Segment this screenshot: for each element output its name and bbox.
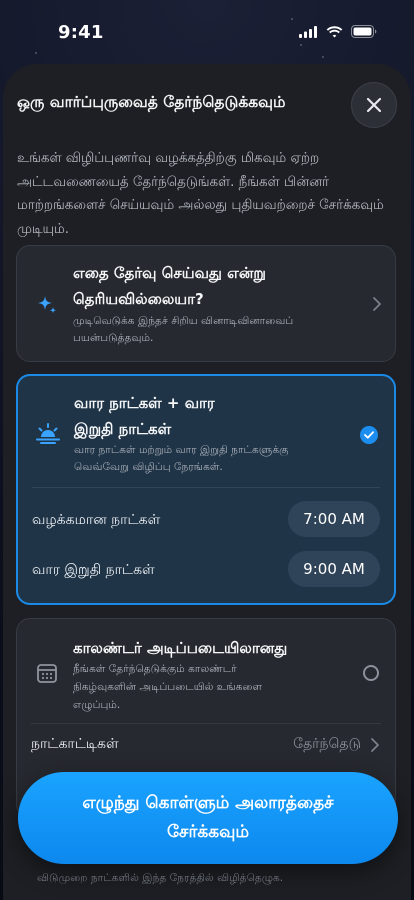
selected-checkmark-icon <box>360 426 378 444</box>
calendar-card-desc-line1: நீங்கள் தேர்ந்தெடுக்கும் காலண்டர் <box>73 663 237 675</box>
weekend-days-label: வார இறுதி நாட்கள் <box>32 562 155 578</box>
regular-days-label: வழக்கமான நாட்கள் <box>32 512 161 528</box>
chevron-right-icon <box>371 738 379 752</box>
weekday-weekend-title-line1: வார நாட்கள் + வார <box>74 394 215 412</box>
weekday-weekend-desc-line1: வார நாட்கள் மற்றும் வார இறுதி நாட்களுக்க… <box>74 444 289 456</box>
footer-hint: விடுமுறை நாட்களில் இந்த நேரத்தில் விழித்… <box>37 872 284 884</box>
sheet-title: ஒரு வார்ப்புருவைத் தேர்ந்தெடுக்கவும் <box>17 93 286 111</box>
unselected-radio[interactable] <box>363 665 379 681</box>
calendars-select-value[interactable]: தேர்ந்தெடு <box>293 736 361 754</box>
calendar-card-desc-line3: எழுப்பும். <box>73 699 121 711</box>
quiz-card-desc-line2: பயன்படுத்தவும். <box>73 332 154 344</box>
chevron-right-icon <box>373 297 381 311</box>
close-button[interactable] <box>351 82 397 128</box>
calendars-row-label: நாட்காட்டிகள் <box>31 736 119 752</box>
weekday-weekend-desc-line2: வெவ்வேறு விழிப்பு நேரங்கள். <box>74 461 223 473</box>
calendar-card-title: காலண்டர் அடிப்படையிலானது <box>73 639 288 657</box>
card-divider <box>31 723 381 724</box>
quiz-card-title-line2: தெரியவில்லையா? <box>73 290 204 308</box>
status-bar: 9:41 <box>0 0 414 62</box>
status-time: 9:41 <box>58 22 104 43</box>
calendar-icon <box>34 660 60 686</box>
status-icons <box>299 25 378 38</box>
sunrise-icon <box>35 420 61 446</box>
weekend-days-time-button[interactable]: 9:00 AM <box>288 551 380 587</box>
quiz-card-desc-line1: முடிவெடுக்க இந்தச் சிறிய வினாடிவினாவைப் <box>73 315 294 327</box>
regular-days-time-button[interactable]: 7:00 AM <box>288 501 380 537</box>
close-icon <box>366 97 382 113</box>
card-divider <box>32 487 380 488</box>
weekday-weekend-card[interactable]: வார நாட்கள் + வார இறுதி நாட்கள் வார நாட்… <box>16 374 396 605</box>
cta-line2: சேர்க்கவும் <box>166 822 250 842</box>
intro-text: உங்கள் விழிப்புணர்வு வழக்கத்திற்கு மிகவு… <box>17 151 384 237</box>
calendar-card-desc-line2: நிகழ்வுகளின் அடிப்படையில் உங்களை <box>73 681 263 693</box>
cellular-signal-icon <box>299 25 317 38</box>
sparkle-icon <box>34 292 60 318</box>
quiz-card[interactable]: எதை தேர்வு செய்வது என்று தெரியவில்லையா? … <box>16 245 396 362</box>
template-picker-sheet: ஒரு வார்ப்புருவைத் தேர்ந்தெடுக்கவும் உங்… <box>3 64 411 900</box>
battery-icon <box>351 25 377 38</box>
add-wakeup-alarm-button[interactable]: எழுந்து கொள்ளும் அலாரத்தைச் சேர்க்கவும் <box>18 772 398 864</box>
add-wakeup-alarm-label: எழுந்து கொள்ளும் அலாரத்தைச் சேர்க்கவும் <box>58 789 358 847</box>
cta-line1: எழுந்து கொள்ளும் அலாரத்தைச் <box>82 793 334 813</box>
quiz-card-title-line1: எதை தேர்வு செய்வது என்று <box>73 264 266 282</box>
wifi-icon <box>326 25 343 37</box>
weekday-weekend-title-line2: இறுதி நாட்கள் <box>74 420 172 438</box>
